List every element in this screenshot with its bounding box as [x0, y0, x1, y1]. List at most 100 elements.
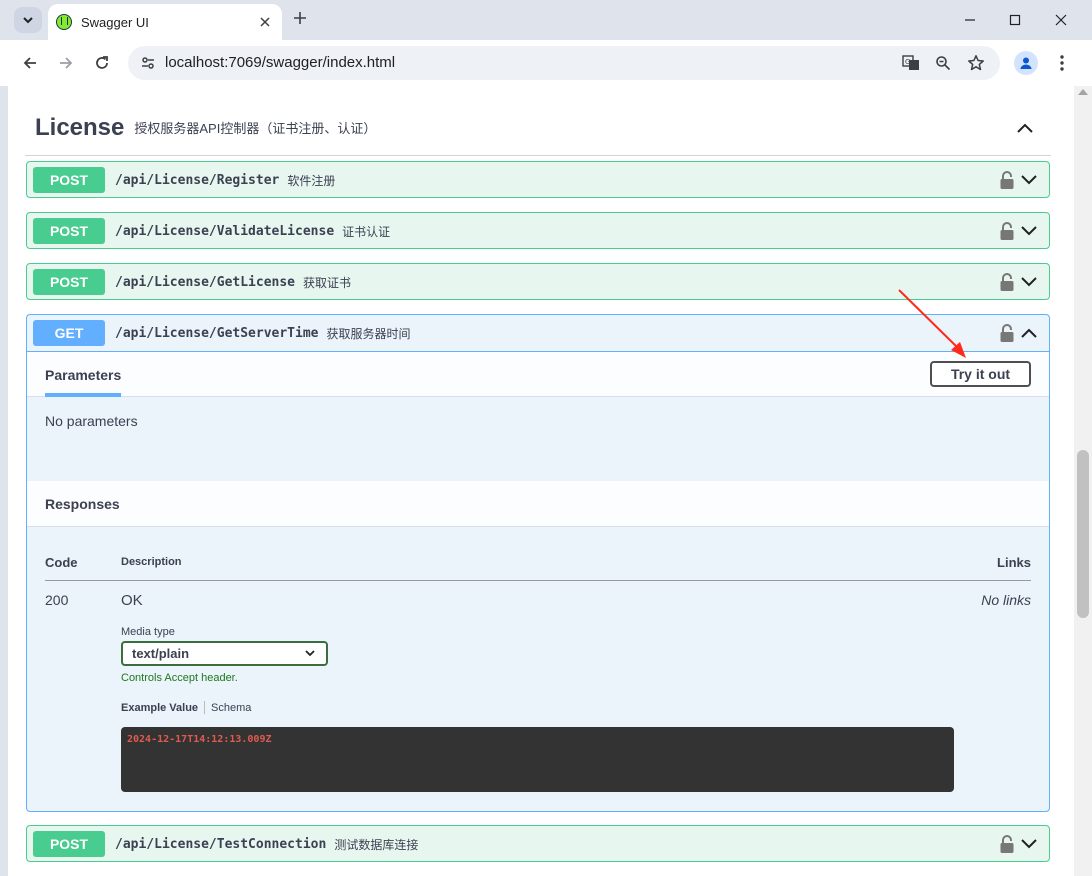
lock-icon[interactable] — [999, 221, 1015, 241]
collapse-tag-button[interactable] — [1013, 116, 1037, 140]
page-scrollbar[interactable] — [1074, 86, 1092, 876]
operation-summary: 获取证书 — [303, 275, 352, 290]
media-type-value: text/plain — [132, 646, 190, 661]
method-badge: POST — [33, 269, 105, 295]
tab-divider — [204, 701, 206, 714]
chevron-down-icon — [1021, 226, 1037, 236]
bookmark-button[interactable] — [964, 51, 988, 75]
address-bar[interactable]: localhost:7069/swagger/index.html G — [128, 46, 1000, 80]
close-window-button[interactable] — [1049, 8, 1073, 32]
minimize-icon — [965, 19, 975, 21]
responses-title: Responses — [45, 496, 120, 512]
swagger-favicon-icon — [56, 14, 72, 30]
svg-text:G: G — [905, 58, 910, 66]
operation-summary: 测试数据库连接 — [334, 837, 419, 852]
maximize-button[interactable] — [1003, 8, 1027, 32]
close-tab-button[interactable] — [256, 13, 274, 31]
browser-toolbar: localhost:7069/swagger/index.html G — [0, 40, 1092, 86]
translate-button[interactable]: G — [899, 51, 923, 75]
method-badge: POST — [33, 218, 105, 244]
plus-icon — [294, 12, 306, 24]
opblock-summary[interactable]: GET /api/License/GetServerTime 获取服务器时间 — [27, 315, 1049, 351]
tag-description: 授权服务器API控制器（证书注册、认证） — [134, 121, 377, 136]
opblock-summary[interactable]: POST /api/License/ValidateLicense 证书认证 — [27, 213, 1049, 249]
try-it-out-button[interactable]: Try it out — [930, 361, 1031, 387]
tab-search-button[interactable] — [14, 7, 42, 33]
zoom-icon — [936, 56, 951, 71]
example-code-text: 2024-12-17T14:12:13.009Z — [127, 734, 272, 745]
expand-operation-button[interactable] — [1017, 270, 1041, 294]
close-icon — [260, 17, 270, 27]
opblock-register[interactable]: POST /api/License/Register 软件注册 — [26, 161, 1050, 198]
example-code-block: 2024-12-17T14:12:13.009Z — [121, 727, 954, 792]
collapse-operation-button[interactable] — [1017, 321, 1041, 345]
lock-icon[interactable] — [999, 834, 1015, 854]
arrow-right-icon — [60, 57, 73, 69]
response-links: No links — [981, 592, 1031, 608]
new-tab-button[interactable] — [289, 9, 311, 31]
chevron-up-icon — [1017, 123, 1033, 133]
more-vertical-icon — [1060, 55, 1064, 71]
tab-title: Swagger UI — [81, 14, 149, 30]
tab-example-value[interactable]: Example Value — [121, 702, 198, 714]
close-icon — [1055, 14, 1067, 26]
response-description: OK — [121, 592, 143, 609]
swagger-content: License 授权服务器API控制器（证书注册、认证） POST /api/L… — [8, 86, 1074, 876]
opblock-test-connection[interactable]: POST /api/License/TestConnection 测试数据库连接 — [26, 825, 1050, 862]
opblock-summary[interactable]: POST /api/License/GetLicense 获取证书 — [27, 264, 1049, 300]
lock-icon[interactable] — [999, 272, 1015, 292]
page-viewport: License 授权服务器API控制器（证书注册、认证） POST /api/L… — [8, 86, 1092, 876]
forward-button[interactable] — [54, 51, 78, 75]
translate-icon: G — [902, 55, 919, 70]
method-badge: POST — [33, 831, 105, 857]
chevron-up-icon — [1021, 328, 1037, 338]
expand-operation-button[interactable] — [1017, 832, 1041, 856]
method-badge: GET — [33, 320, 105, 346]
accept-header-note: Controls Accept header. — [121, 672, 238, 684]
column-code: Code — [45, 555, 78, 570]
column-links: Links — [997, 555, 1031, 570]
tab-parameters[interactable]: Parameters — [45, 367, 122, 397]
person-icon — [1020, 57, 1032, 69]
arrow-left-icon — [23, 57, 36, 69]
opblock-validate-license[interactable]: POST /api/License/ValidateLicense 证书认证 — [26, 212, 1050, 249]
no-parameters-text: No parameters — [45, 413, 138, 429]
opblock-summary[interactable]: POST /api/License/Register 软件注册 — [27, 162, 1049, 198]
scroll-up-arrow[interactable] — [1078, 89, 1088, 95]
chevron-down-icon — [23, 17, 33, 24]
star-icon — [968, 55, 984, 71]
lock-icon[interactable] — [999, 170, 1015, 190]
lock-icon[interactable] — [999, 323, 1015, 343]
parameters-header: Parameters Try it out — [27, 351, 1049, 397]
scrollbar-thumb[interactable] — [1077, 450, 1089, 618]
operation-path: /api/License/GetServerTime — [115, 325, 319, 341]
chevron-down-icon — [1021, 175, 1037, 185]
media-type-select[interactable]: text/plain — [121, 641, 328, 666]
operation-path: /api/License/ValidateLicense — [115, 223, 335, 239]
browser-tab[interactable]: Swagger UI — [48, 4, 282, 40]
browser-menu-button[interactable] — [1052, 51, 1072, 75]
zoom-button[interactable] — [931, 51, 955, 75]
site-info-button[interactable] — [136, 51, 160, 75]
response-code: 200 — [45, 592, 69, 608]
opblock-summary[interactable]: POST /api/License/TestConnection 测试数据库连接 — [27, 826, 1049, 862]
minimize-button[interactable] — [958, 8, 982, 32]
profile-button[interactable] — [1014, 51, 1038, 75]
reload-button[interactable] — [90, 51, 114, 75]
expand-operation-button[interactable] — [1017, 168, 1041, 192]
tab-schema[interactable]: Schema — [211, 702, 251, 714]
opblock-get-license[interactable]: POST /api/License/GetLicense 获取证书 — [26, 263, 1050, 300]
maximize-icon — [1009, 14, 1021, 26]
expand-operation-button[interactable] — [1017, 219, 1041, 243]
chevron-down-icon — [1021, 839, 1037, 849]
chevron-down-icon — [1021, 277, 1037, 287]
operation-path: /api/License/GetLicense — [115, 274, 296, 290]
tag-name: License — [35, 113, 125, 141]
method-badge: POST — [33, 167, 105, 193]
back-button[interactable] — [18, 51, 42, 75]
tune-icon — [142, 57, 154, 69]
operation-path: /api/License/TestConnection — [115, 836, 327, 852]
url-text: localhost:7069/swagger/index.html — [165, 54, 396, 71]
operation-path: /api/License/Register — [115, 172, 280, 188]
tag-section-header[interactable]: License 授权服务器API控制器（证书注册、认证） — [25, 100, 1051, 156]
